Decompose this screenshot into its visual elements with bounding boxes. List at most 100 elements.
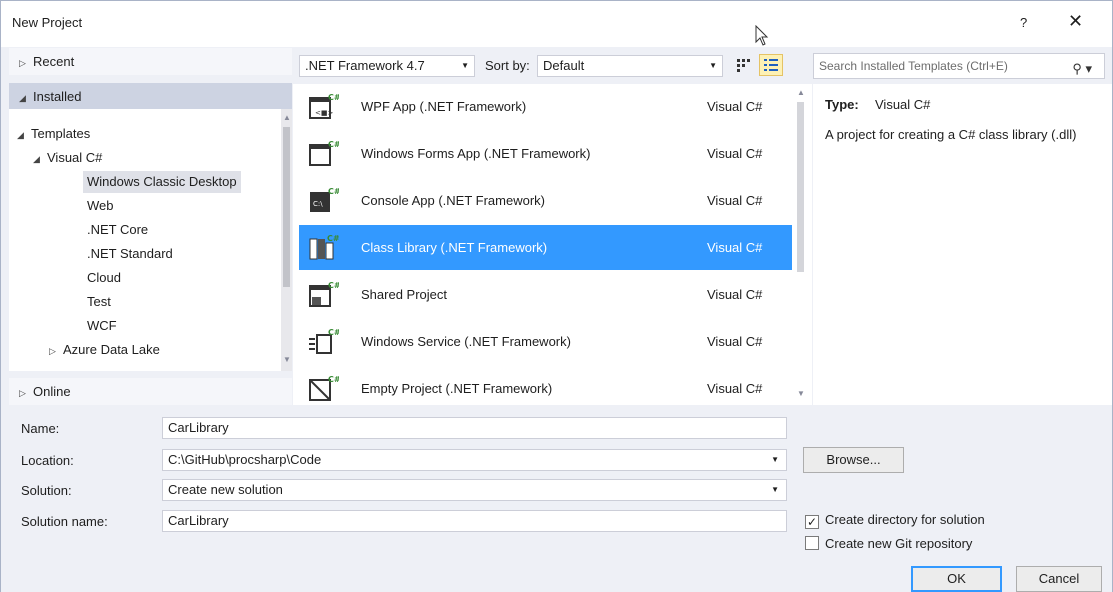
template-language: Visual C# xyxy=(707,334,763,349)
new-project-dialog: New Project ? ✕ ▷ Recent ◢ Installed ◢ Temp… xyxy=(0,0,1113,592)
scroll-down-icon[interactable]: ▼ xyxy=(797,389,805,398)
template-row-class-library[interactable]: C# Class Library (.NET Framework) Visual… xyxy=(299,225,792,270)
svg-text:C#: C# xyxy=(328,328,339,337)
collapse-arrow-icon: ◢ xyxy=(33,154,40,164)
chevron-down-icon: ▼ xyxy=(709,61,717,70)
svg-text:C#: C# xyxy=(327,234,339,243)
framework-value: .NET Framework 4.7 xyxy=(305,58,425,73)
tree-node-cloud[interactable]: Cloud xyxy=(87,267,121,289)
tree-label: Templates xyxy=(31,126,91,141)
windows-forms-icon: C# xyxy=(307,139,339,169)
template-row-windows-service[interactable]: C# Windows Service (.NET Framework) Visu… xyxy=(299,319,792,364)
scroll-down-icon[interactable]: ▼ xyxy=(283,355,291,364)
template-language: Visual C# xyxy=(707,99,763,114)
search-icon[interactable]: ⚲ ▾ xyxy=(1072,57,1092,81)
online-label: Online xyxy=(33,384,71,399)
collapse-arrow-icon: ◢ xyxy=(19,93,26,103)
checkbox-checked-icon[interactable]: ✓ xyxy=(805,515,819,529)
sort-value: Default xyxy=(543,58,585,73)
shared-project-icon: C# xyxy=(307,280,339,310)
scroll-thumb[interactable] xyxy=(797,102,804,272)
type-value: Visual C# xyxy=(875,97,931,112)
small-icons-view-icon[interactable] xyxy=(733,54,755,76)
tree-scrollbar[interactable]: ▲ ▼ xyxy=(281,109,292,371)
template-row-windows-forms[interactable]: C# Windows Forms App (.NET Framework) Vi… xyxy=(299,131,792,176)
create-directory-label: Create directory for solution xyxy=(825,512,985,527)
create-git-label: Create new Git repository xyxy=(825,536,973,551)
template-name: Console App (.NET Framework) xyxy=(361,193,545,208)
location-field[interactable]: C:\GitHub\procsharp\Code ▼ xyxy=(162,449,787,471)
online-node[interactable]: ▷ Online xyxy=(9,378,292,405)
templates-scrollbar[interactable]: ▲ ▼ xyxy=(795,84,806,405)
svg-text:C:\: C:\ xyxy=(313,200,323,208)
create-directory-checkbox[interactable]: ✓ Create directory for solution xyxy=(805,512,985,529)
sort-label: Sort by: xyxy=(485,58,530,73)
search-input[interactable]: Search Installed Templates (Ctrl+E) ⚲ ▾ xyxy=(813,53,1105,79)
svg-text:C#: C# xyxy=(328,140,339,149)
tree-node-net-standard[interactable]: .NET Standard xyxy=(87,243,173,265)
location-label: Location: xyxy=(21,453,74,468)
cancel-button[interactable]: Cancel xyxy=(1016,566,1102,592)
sort-select[interactable]: Default ▼ xyxy=(537,55,723,77)
project-form: Name: CarLibrary Location: C:\GitHub\pro… xyxy=(1,407,1112,592)
tree-node-windows-classic-desktop[interactable]: Windows Classic Desktop xyxy=(83,171,241,193)
solution-name-value: CarLibrary xyxy=(168,513,229,528)
template-language: Visual C# xyxy=(707,287,763,302)
checkbox-unchecked-icon[interactable] xyxy=(805,536,819,550)
template-name: Empty Project (.NET Framework) xyxy=(361,381,553,396)
tree-node-templates[interactable]: ◢ Templates xyxy=(17,123,90,145)
templates-toolbar: .NET Framework 4.7 ▼ Sort by: Default ▼ xyxy=(293,48,812,84)
expand-arrow-icon: ▷ xyxy=(19,388,26,398)
template-language: Visual C# xyxy=(707,146,763,161)
framework-select[interactable]: .NET Framework 4.7 ▼ xyxy=(299,55,475,77)
name-field[interactable]: CarLibrary xyxy=(162,417,787,439)
template-name: Windows Forms App (.NET Framework) xyxy=(361,146,591,161)
solution-select[interactable]: Create new solution ▼ xyxy=(162,479,787,501)
templates-tree: ◢ Templates ◢ Visual C# Windows Classic De… xyxy=(9,109,281,371)
ok-button[interactable]: OK xyxy=(911,566,1002,592)
template-row-console[interactable]: C:\ C# Console App (.NET Framework) Visua… xyxy=(299,178,792,223)
solution-name-field[interactable]: CarLibrary xyxy=(162,510,787,532)
svg-text:<■>: <■> xyxy=(315,109,333,117)
details-panel: Search Installed Templates (Ctrl+E) ⚲ ▾ … xyxy=(813,48,1112,405)
wpf-app-icon: <■> C# xyxy=(307,92,339,122)
solution-name-label: Solution name: xyxy=(21,514,108,529)
collapse-arrow-icon: ◢ xyxy=(17,130,24,140)
recent-node[interactable]: ▷ Recent xyxy=(9,48,292,75)
svg-text:C#: C# xyxy=(328,93,339,102)
tree-node-web[interactable]: Web xyxy=(87,195,114,217)
close-button[interactable]: ✕ xyxy=(1068,11,1083,32)
svg-text:C#: C# xyxy=(328,187,339,196)
template-name: Windows Service (.NET Framework) xyxy=(361,334,571,349)
tree-node-azure-data-lake[interactable]: ▷ Azure Data Lake xyxy=(49,339,160,361)
scroll-up-icon[interactable]: ▲ xyxy=(283,113,291,122)
scroll-thumb[interactable] xyxy=(283,127,290,287)
tree-node-test[interactable]: Test xyxy=(87,291,111,313)
location-value: C:\GitHub\procsharp\Code xyxy=(168,452,322,467)
tree-node-visual-cs[interactable]: ◢ Visual C# xyxy=(33,147,102,169)
browse-button[interactable]: Browse... xyxy=(803,447,904,473)
scroll-up-icon[interactable]: ▲ xyxy=(797,88,805,97)
chevron-down-icon: ▼ xyxy=(461,61,469,70)
template-row-wpf[interactable]: <■> C# WPF App (.NET Framework) Visual C# xyxy=(299,84,792,129)
create-git-checkbox[interactable]: Create new Git repository xyxy=(805,536,972,551)
list-view-icon[interactable] xyxy=(759,54,783,76)
empty-project-icon: C# xyxy=(307,374,339,404)
solution-value: Create new solution xyxy=(168,482,283,497)
tree-node-wcf[interactable]: WCF xyxy=(87,315,117,337)
templates-list: <■> C# WPF App (.NET Framework) Visual C#… xyxy=(293,84,812,405)
type-label: Type: xyxy=(825,97,859,112)
chevron-down-icon[interactable]: ▼ xyxy=(771,450,779,470)
help-button[interactable]: ? xyxy=(1020,15,1027,30)
chevron-down-icon[interactable]: ▼ xyxy=(771,480,779,500)
installed-node[interactable]: ◢ Installed xyxy=(9,83,292,110)
template-row-empty-project[interactable]: C# Empty Project (.NET Framework) Visual… xyxy=(299,366,792,405)
solution-label: Solution: xyxy=(21,483,72,498)
template-language: Visual C# xyxy=(707,193,763,208)
template-row-shared-project[interactable]: C# Shared Project Visual C# xyxy=(299,272,792,317)
tree-node-net-core[interactable]: .NET Core xyxy=(87,219,148,241)
svg-text:C#: C# xyxy=(328,375,339,384)
template-name: Class Library (.NET Framework) xyxy=(361,240,548,255)
dialog-title: New Project xyxy=(12,15,83,30)
title-bar: New Project ? ✕ xyxy=(1,1,1112,47)
